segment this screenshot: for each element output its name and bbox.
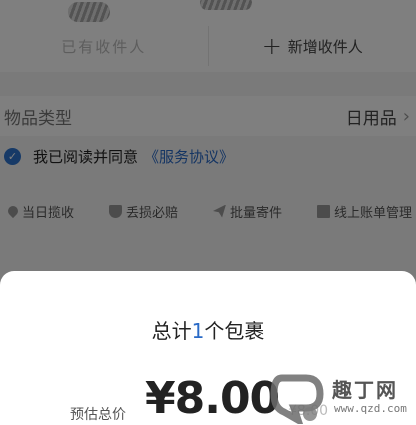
total-prefix: 总计 [151, 319, 192, 343]
package-count: 1 [191, 319, 205, 343]
estimated-price: ¥8.00 [145, 373, 280, 424]
watermark: 趣丁网 www.qzd.com [268, 372, 416, 425]
watermark-logo-icon [270, 374, 324, 424]
estimated-price-label: 预估总价 [70, 407, 126, 423]
watermark-url: www.qzd.com [334, 402, 407, 415]
package-total: 总计1个包裹 [0, 315, 416, 344]
total-suffix: 个包裹 [204, 319, 265, 343]
watermark-title: 趣丁网 [332, 378, 398, 402]
